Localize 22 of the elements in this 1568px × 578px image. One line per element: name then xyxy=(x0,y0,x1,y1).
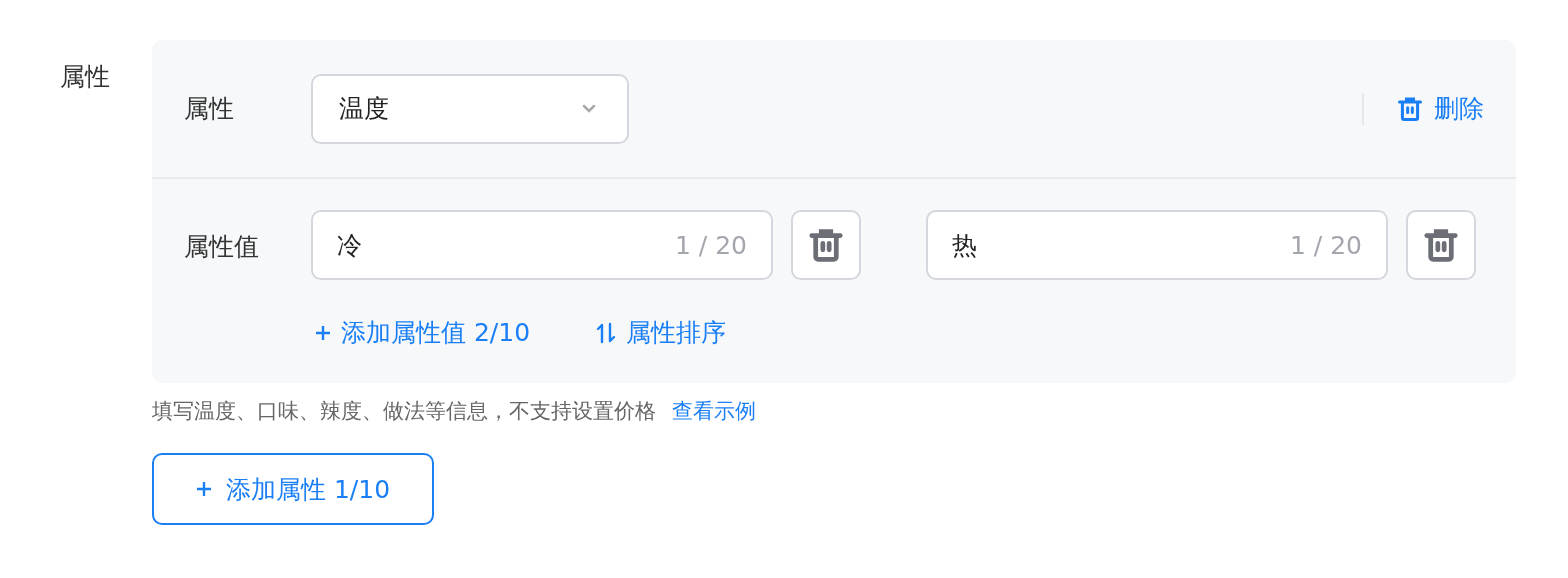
delete-value-button[interactable] xyxy=(791,210,861,280)
attribute-select[interactable]: 温度 xyxy=(311,73,629,144)
sort-icon xyxy=(596,321,617,344)
attribute-label: 属性 xyxy=(184,93,235,125)
field-label: 属性 xyxy=(60,61,110,93)
trash-icon xyxy=(807,226,845,264)
delete-button[interactable]: 删除 xyxy=(1396,92,1484,125)
hint-text: 填写温度、口味、辣度、做法等信息，不支持设置价格 xyxy=(152,398,656,425)
chevron-down-icon xyxy=(581,103,597,114)
add-attribute-button[interactable]: 添加属性 1/10 xyxy=(152,453,434,525)
value-input[interactable]: 热 1 / 20 xyxy=(926,210,1388,280)
add-value-button[interactable]: 添加属性值 2/10 xyxy=(315,316,531,349)
trash-icon xyxy=(1422,226,1460,264)
plus-icon xyxy=(315,324,331,341)
character-counter: 1 / 20 xyxy=(674,230,747,260)
sort-button[interactable]: 属性排序 xyxy=(596,316,727,349)
value-input[interactable]: 冷 1 / 20 xyxy=(311,210,773,280)
values-label: 属性值 xyxy=(184,231,260,263)
plus-icon xyxy=(195,481,212,497)
example-link[interactable]: 查看示例 xyxy=(672,397,756,425)
character-counter: 1 / 20 xyxy=(1289,230,1362,260)
delete-value-button[interactable] xyxy=(1406,210,1476,280)
